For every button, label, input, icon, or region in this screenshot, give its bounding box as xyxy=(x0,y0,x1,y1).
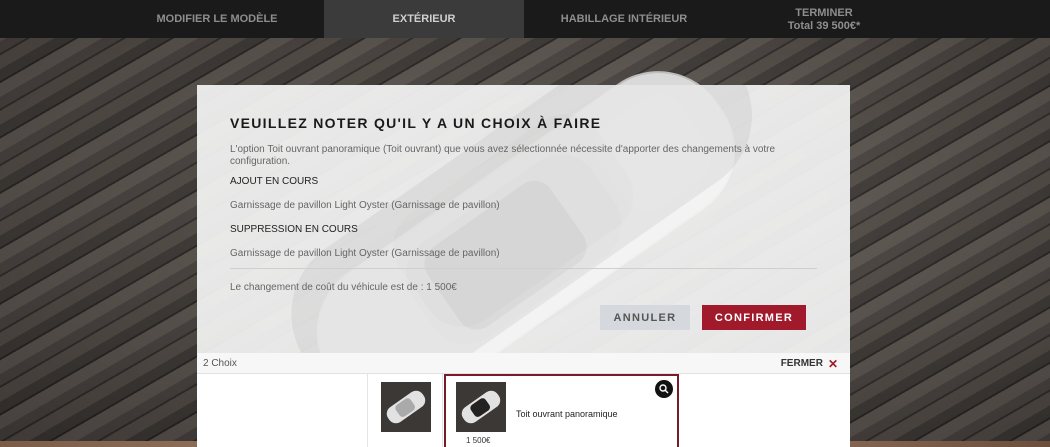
tab-label: TERMINER xyxy=(795,6,853,19)
removing-item: Garnissage de pavillon Light Oyster (Gar… xyxy=(230,248,500,259)
tab-label: EXTÉRIEUR xyxy=(392,13,456,25)
choices-header: 2 Choix FERMER ✕ xyxy=(197,353,850,374)
confirm-button[interactable]: CONFIRMER xyxy=(702,305,806,330)
tab-terminer[interactable]: TERMINER Total 39 500€* xyxy=(724,0,924,38)
car-panoramic-roof-icon xyxy=(456,382,506,432)
divider xyxy=(230,268,817,269)
cancel-button[interactable]: ANNULER xyxy=(600,305,690,330)
tab-label: HABILLAGE INTÉRIEUR xyxy=(560,13,688,25)
choice-required-dialog: VEUILLEZ NOTER QU'IL Y A UN CHOIX À FAIR… xyxy=(197,85,850,353)
close-icon: ✕ xyxy=(827,356,838,371)
tab-modifier-le-modele[interactable]: MODIFIER LE MODÈLE xyxy=(110,0,324,38)
adding-section-title: AJOUT EN COURS xyxy=(230,176,319,187)
tab-habillage-interieur[interactable]: HABILLAGE INTÉRIEUR xyxy=(524,0,724,38)
choice-card-panoramic-roof[interactable]: Toit ouvrant panoramique 1 500€ xyxy=(444,374,679,447)
choice-price: 1 500€ xyxy=(466,436,491,445)
dialog-description: L'option Toit ouvrant panoramique (Toit … xyxy=(230,144,776,167)
cost-change-text: Le changement de coût du véhicule est de… xyxy=(230,282,457,293)
close-label: FERMER xyxy=(780,358,823,369)
choices-panel: Toit ouvrant panoramique 1 500€ xyxy=(197,374,850,447)
choice-name: Toit ouvrant panoramique xyxy=(516,409,618,419)
car-thumbnail-icon xyxy=(381,382,431,432)
dialog-content: VEUILLEZ NOTER QU'IL Y A UN CHOIX À FAIR… xyxy=(230,115,820,293)
removing-section-title: SUPPRESSION EN COURS xyxy=(230,224,358,235)
total-price: Total 39 500€* xyxy=(787,19,861,32)
top-nav: MODIFIER LE MODÈLE EXTÉRIEUR HABILLAGE I… xyxy=(0,0,1050,38)
choices-count: 2 Choix xyxy=(203,358,237,369)
close-button[interactable]: FERMER ✕ xyxy=(780,356,838,371)
tab-exterieur[interactable]: EXTÉRIEUR xyxy=(324,0,524,38)
choice-card-standard[interactable] xyxy=(367,374,443,447)
adding-item: Garnissage de pavillon Light Oyster (Gar… xyxy=(230,200,500,211)
zoom-icon[interactable] xyxy=(655,380,673,398)
tab-label: MODIFIER LE MODÈLE xyxy=(156,13,278,25)
dialog-title: VEUILLEZ NOTER QU'IL Y A UN CHOIX À FAIR… xyxy=(230,115,602,131)
